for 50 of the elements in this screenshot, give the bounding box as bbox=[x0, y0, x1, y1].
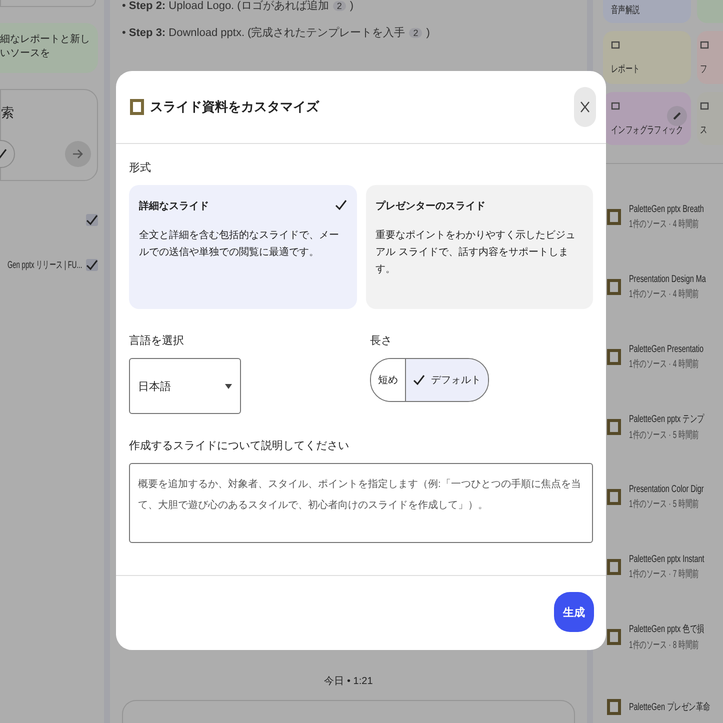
studio-tile[interactable]: レポート bbox=[603, 31, 691, 84]
description-field[interactable]: 概要を追加するか、対象者、スタイル、ポイントを指定します（例:「一つひとつの手順に焦点を当て、大胆で遊び心のあるスタイルで、初心者向けのスライドを作成して」）。 bbox=[129, 463, 593, 543]
studio-tile[interactable]: フ bbox=[697, 31, 723, 84]
note-title[interactable]: PaletteGen pptx Instant bbox=[629, 554, 704, 564]
note-title[interactable]: PaletteGen Presentatio bbox=[629, 344, 704, 354]
tile-label: フ bbox=[700, 63, 708, 76]
field-label: 言語を選択 bbox=[129, 334, 185, 348]
studio-tile[interactable]: 音声解説 bbox=[603, 0, 691, 23]
option-title: 詳細なスライド bbox=[139, 200, 209, 213]
step-text: ) bbox=[426, 26, 430, 38]
card-title: 索 bbox=[1, 104, 14, 122]
tile-label: インフォグラフィック bbox=[611, 124, 683, 137]
tile-label: レポート bbox=[611, 63, 640, 76]
field-label: 作成するスライドについて説明してください bbox=[129, 439, 350, 453]
field-label: 長さ bbox=[370, 334, 393, 348]
note-title[interactable]: PaletteGen pptx テンプ bbox=[629, 412, 704, 426]
option-description: 重要なポイントをわかりやすく示したビジュアル スライドで、話す内容をサポートします。 bbox=[376, 228, 576, 277]
option-description: 全文と詳細を含む包括的なスライドで、メールでの送信や単独での閲覧に最適です。 bbox=[139, 228, 340, 260]
note-meta: 1件のソース · 4 時間前 bbox=[629, 288, 699, 300]
format-option[interactable]: プレゼンターのスライド 重要なポイントをわかりやすく示したビジュアル スライドで、話す内容をサポートします。 bbox=[366, 185, 593, 309]
note-meta: 1件のソース · 4 時間前 bbox=[629, 218, 699, 230]
step-text: • Step 2: Upload Logo. (ロゴがあれば追加 bbox=[122, 0, 329, 13]
note-title[interactable]: PaletteGen pptx 色で損 bbox=[629, 622, 704, 636]
generate-button[interactable]: 生成 bbox=[554, 592, 594, 632]
note-meta: 1件のソース · 8 時間前 bbox=[629, 638, 699, 652]
note-meta: 1件のソース · 7 時間前 bbox=[629, 568, 699, 580]
source-title[interactable]: Gen pptx リリース | FU... bbox=[7, 258, 82, 272]
tile-label: 音声解説 bbox=[611, 4, 640, 17]
note-title[interactable]: Presentation Design Ma bbox=[629, 274, 706, 284]
length-option[interactable]: デフォルト bbox=[405, 359, 488, 401]
step-text: ) bbox=[350, 0, 354, 12]
note-title[interactable]: PaletteGen pptx Breath bbox=[629, 204, 704, 214]
note-meta: 1件のソース · 5 時間前 bbox=[629, 498, 699, 510]
note-title[interactable]: PaletteGen プレゼン革命 bbox=[629, 700, 710, 714]
option-title: プレゼンターのスライド bbox=[376, 199, 486, 213]
note-title[interactable]: Presentation Color Digr bbox=[629, 484, 704, 494]
studio-tile[interactable]: ス bbox=[697, 92, 723, 145]
step-text: • Step 3: Download pptx. (完成されたテンプレートを入手 bbox=[122, 26, 406, 40]
tile-label: ス bbox=[700, 124, 708, 137]
format-option[interactable]: 詳細なスライド 全文と詳細を含む包括的なスライドで、メールでの送信や単独での閲覧に最適です。 bbox=[129, 185, 356, 309]
note-meta: 1件のソース · 5 時間前 bbox=[629, 428, 699, 442]
citation-badge[interactable]: 2 bbox=[409, 28, 422, 38]
note-meta: 1件のソース · 4 時間前 bbox=[629, 358, 699, 370]
studio-tile[interactable]: インフォグラフィック bbox=[603, 92, 691, 145]
citation-badge[interactable]: 2 bbox=[332, 0, 346, 10]
language-select[interactable]: 日本語 bbox=[129, 358, 241, 414]
section-label: 形式 bbox=[129, 161, 152, 175]
dialog-title: スライド資料をカスタマイズ bbox=[150, 98, 320, 116]
timestamp: 今日 • 1:21 bbox=[324, 675, 373, 688]
summary-banner: 細なレポートと新しいソースを bbox=[0, 23, 98, 73]
